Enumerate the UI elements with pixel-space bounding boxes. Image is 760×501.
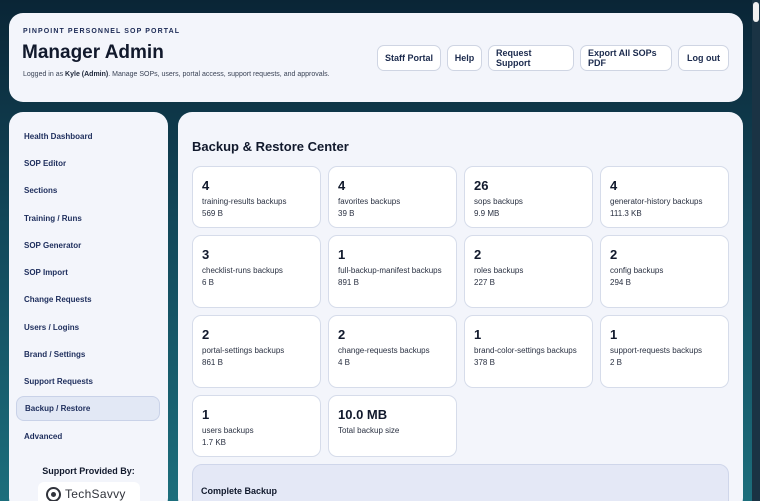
sidebar-item-training-runs[interactable]: Training / Runs: [16, 206, 160, 231]
backup-label: favorites backups: [338, 197, 401, 206]
log-out-button[interactable]: Log out: [678, 45, 729, 71]
backup-card: 1 support-requests backups 2 B: [600, 315, 729, 388]
backup-label: generator-history backups: [610, 197, 703, 206]
sidebar-item-sop-generator[interactable]: SOP Generator: [16, 233, 160, 258]
request-support-button[interactable]: Request Support: [488, 45, 574, 71]
sidebar: Health Dashboard SOP Editor Sections Tra…: [9, 112, 168, 501]
backup-label: training-results backups: [202, 197, 287, 206]
backup-count: 1: [474, 327, 482, 342]
backup-size: 111.3 KB: [610, 209, 642, 218]
backup-card: 1 users backups 1.7 KB: [192, 395, 321, 457]
subtitle-suffix: . Manage SOPs, users, portal access, sup…: [108, 71, 330, 78]
total-backup-size-value: 10.0 MB: [338, 407, 388, 422]
backup-label: brand-color-settings backups: [474, 346, 577, 355]
help-button[interactable]: Help: [447, 45, 482, 71]
sidebar-item-change-requests[interactable]: Change Requests: [16, 287, 160, 312]
support-title: Support Provided By:: [42, 466, 135, 476]
backup-card: 4 generator-history backups 111.3 KB: [600, 166, 729, 228]
current-user: Kyle (Admin): [65, 71, 109, 78]
sidebar-item-support-requests[interactable]: Support Requests: [16, 369, 160, 394]
backup-count: 26: [474, 178, 489, 193]
main-panel: Backup & Restore Center 4 training-resul…: [178, 112, 743, 501]
headset-icon: [46, 486, 61, 501]
login-subtitle: Logged in as Kyle (Admin). Manage SOPs, …: [23, 71, 330, 78]
sidebar-item-advanced[interactable]: Advanced: [16, 424, 160, 449]
backup-size: 4 B: [338, 358, 351, 367]
backup-count: 1: [610, 327, 618, 342]
backup-card: 2 config backups 294 B: [600, 235, 729, 308]
complete-backup-panel: Complete Backup: [192, 464, 729, 501]
backup-card: 2 portal-settings backups 861 B: [192, 315, 321, 388]
backup-count: 4: [338, 178, 346, 193]
subtitle-prefix: Logged in as: [23, 71, 66, 78]
header-actions: Staff Portal Help Request Support Export…: [377, 45, 729, 71]
backup-card: 2 change-requests backups 4 B: [328, 315, 457, 388]
backup-card: 2 roles backups 227 B: [464, 235, 593, 308]
header-panel: PINPOINT PERSONNEL SOP PORTAL Manager Ad…: [9, 13, 743, 102]
scrollbar-thumb[interactable]: [753, 2, 759, 22]
backup-size: 227 B: [474, 278, 495, 287]
backup-card: 1 full-backup-manifest backups 891 B: [328, 235, 457, 308]
backup-count: 2: [338, 327, 346, 342]
backup-size: 39 B: [338, 209, 355, 218]
sidebar-item-sop-import[interactable]: SOP Import: [16, 260, 160, 285]
backup-size: 294 B: [610, 278, 631, 287]
backup-card: 3 checklist-runs backups 6 B: [192, 235, 321, 308]
backup-count: 3: [202, 247, 210, 262]
techsavvy-logo: TechSavvy: [38, 482, 140, 501]
backup-count: 2: [474, 247, 482, 262]
backup-label: change-requests backups: [338, 346, 430, 355]
staff-portal-button[interactable]: Staff Portal: [377, 45, 441, 71]
backup-size: 861 B: [202, 358, 223, 367]
backup-label: support-requests backups: [610, 346, 703, 355]
backup-count: 4: [610, 178, 618, 193]
backup-card: 4 training-results backups 569 B: [192, 166, 321, 228]
complete-backup-title: Complete Backup: [201, 486, 278, 496]
backup-count: 1: [338, 247, 346, 262]
scrollbar-track[interactable]: [752, 0, 760, 501]
sidebar-item-health-dashboard[interactable]: Health Dashboard: [16, 124, 160, 149]
backup-label: full-backup-manifest backups: [338, 266, 442, 275]
portal-name: PINPOINT PERSONNEL SOP PORTAL: [23, 28, 181, 35]
backup-label: config backups: [610, 266, 664, 275]
backup-size: 6 B: [202, 278, 215, 287]
backup-card: 26 sops backups 9.9 MB: [464, 166, 593, 228]
total-backup-size-label: Total backup size: [338, 426, 400, 435]
backup-size: 891 B: [338, 278, 359, 287]
sidebar-item-sections[interactable]: Sections: [16, 178, 160, 203]
backup-count: 4: [202, 178, 210, 193]
backup-count: 2: [610, 247, 618, 262]
sidebar-item-backup-restore[interactable]: Backup / Restore: [16, 396, 160, 421]
export-all-sops-pdf-button[interactable]: Export All SOPs PDF: [580, 45, 672, 71]
backup-size: 569 B: [202, 209, 223, 218]
backup-label: users backups: [202, 426, 254, 435]
total-backup-size-card: 10.0 MB Total backup size: [328, 395, 457, 457]
backup-card: 4 favorites backups 39 B: [328, 166, 457, 228]
backup-count: 2: [202, 327, 210, 342]
backup-size: 2 B: [610, 358, 623, 367]
backup-label: portal-settings backups: [202, 346, 285, 355]
techsavvy-logo-text: TechSavvy: [65, 487, 126, 501]
sidebar-item-sop-editor[interactable]: SOP Editor: [16, 151, 160, 176]
backup-label: sops backups: [474, 197, 523, 206]
backup-size: 9.9 MB: [474, 209, 500, 218]
sidebar-item-users-logins[interactable]: Users / Logins: [16, 315, 160, 340]
backup-label: checklist-runs backups: [202, 266, 283, 275]
section-title: Backup & Restore Center: [192, 139, 349, 154]
backup-card: 1 brand-color-settings backups 378 B: [464, 315, 593, 388]
backup-size: 378 B: [474, 358, 495, 367]
backup-label: roles backups: [474, 266, 524, 275]
backup-count: 1: [202, 407, 210, 422]
page-title: Manager Admin: [22, 42, 164, 63]
sidebar-item-brand-settings[interactable]: Brand / Settings: [16, 342, 160, 367]
backup-size: 1.7 KB: [202, 438, 227, 447]
